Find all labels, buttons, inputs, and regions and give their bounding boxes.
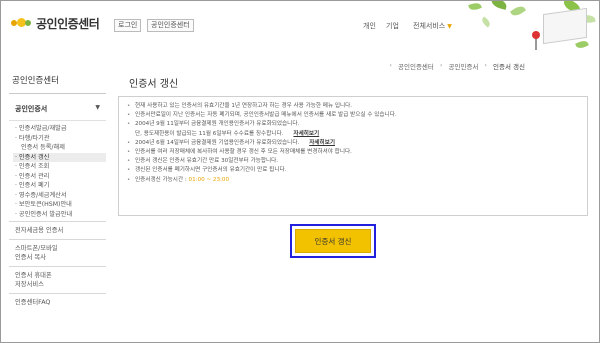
logo[interactable]: 공인인증센터 [11,13,100,33]
header: 공인인증센터 로그인 공인인증센터 개인 기업 전체서비스 ▼ [1,1,599,61]
breadcrumb-item[interactable]: 공인인증센터 [398,61,434,71]
notice-text: 현재 사용하고 있는 인증서의 유효기간을 1년 연장하고자 하는 경우 사용 … [135,103,353,109]
sidebar-item-faq[interactable]: 인증센터FAQ [9,294,106,311]
breadcrumb-arrow-icon: › [484,61,488,69]
cert-center-button[interactable]: 공인인증센터 [147,19,194,32]
envelope-icon [543,7,587,45]
sidebar-item-label: 인증서 복사 [15,254,46,261]
sidebar-item-mobile-copy[interactable]: 스마트폰/모바일 인증서 복사 [9,240,106,267]
sidebar-item-other-bank[interactable]: · 타행/타기관 [13,134,106,144]
logo-text: 공인인증센터 [36,16,100,31]
notice-item: 인증서만료일이 지난 인증서는 자동 폐기되며, 공인인증서발급 메뉴에서 인증… [127,111,581,120]
header-decoration [451,1,599,63]
notice-item: 현재 사용하고 있는 인증서의 유효기간을 1년 연장하고자 하는 경우 사용 … [127,102,581,111]
leaf-icon [575,38,589,51]
breadcrumb-item[interactable]: 공인인증서 [449,61,479,71]
details-link[interactable]: 자세히보기 [309,140,335,146]
sidebar-item-revoke[interactable]: · 인증서 폐기 [13,181,106,191]
notice-item: 인증서갱신 가능시간 : 01:00 ~ 23:00 [127,176,581,185]
notice-text: 인증서를 여러 저장매체에 복사하여 사용할 경우 갱신 후 모든 저장매체를 … [135,149,352,156]
notice-text: 2004년 6월 14일부터 금융결제원 기업용인증서가 유료화되었습니다. [135,139,300,146]
sidebar-title: 공인인증센터 [9,71,106,94]
notice-text: 단, 용도제한용이 발급되는 11월 6일부터 수수료를 징수합니다. [135,130,284,137]
sidebar-item-label: 인증센터FAQ [15,299,51,306]
sidebar-item-label: 인증서 휴대폰 [15,272,52,279]
sidebar: 공인인증센터 공인인증서 ▼ · 인증서발급/재발급 · 타행/타기관 인증서 … [9,71,106,311]
leaf-icon [480,16,492,28]
sidebar-item-tax-cert[interactable]: 전자세금용 인증서 [9,222,106,240]
sidebar-item-guide[interactable]: · 공인인증서 발급안내 [13,210,106,220]
sidebar-item-phone-storage[interactable]: 인증서 휴대폰 저장서비스 [9,267,106,294]
nav-all-services-label: 전체서비스 [413,22,446,30]
leaf-icon [509,3,527,19]
notice-text: 인증서 갱신은 인증서 유효기간 만료 30일전부터 가능합니다. [135,158,279,165]
logo-icon [11,16,33,30]
notice-text: 갱신된 인증서를 폐기하시면 구인증서의 유효기간이 만료 됩니다. [135,167,287,174]
notice-text: 인증서만료일이 지난 인증서는 자동 폐기되며, 공인인증서발급 메뉴에서 인증… [135,112,397,119]
sidebar-item-renew[interactable]: · 인증서 갱신 [13,152,106,162]
notice-item: 2004년 9월 11일부터 금융결제원 개인용인증서가 유료화되었습니다. 단… [127,120,581,138]
sidebar-section-label: 공인인증서 [15,105,48,113]
notice-item: 갱신된 인증서를 폐기하시면 구인증서의 유효기간이 만료 됩니다. [127,166,581,175]
available-time: 01:00 ~ 23:00 [188,176,230,183]
leaf-icon [468,1,482,12]
notice-item: 인증서 갱신은 인증서 유효기간 만료 30일전부터 가능합니다. [127,157,581,166]
renew-button-highlight: 인증서 갱신 [290,224,376,258]
pin-stem [535,38,537,50]
nav-personal[interactable]: 개인 [363,21,376,31]
window-frame: 공인인증센터 로그인 공인인증센터 개인 기업 전체서비스 ▼ › 공인인증센터 … [0,0,600,343]
notice-text: 2004년 9월 11일부터 금융결제원 개인용인증서가 유료화되었습니다. [135,121,300,128]
notice-item: 인증서를 여러 저장매체에 복사하여 사용할 경우 갱신 후 모든 저장매체를 … [127,148,581,157]
notice-box: 현재 사용하고 있는 인증서의 유효기간을 1년 연장하고자 하는 경우 사용 … [118,96,588,216]
sidebar-sub-list: · 인증서발급/재발급 · 타행/타기관 인증서 등록/해제 · 인증서 갱신 … [9,121,106,222]
sidebar-item-hsm[interactable]: · 보안토큰(HSM)안내 [13,200,106,210]
breadcrumb-arrow-icon: › [389,61,393,69]
sidebar-item-lookup[interactable]: · 인증서 조회 [13,162,106,172]
page-title: 인증서 갱신 [129,79,179,90]
sidebar-item-receipt[interactable]: · 영수증/세금계산서 [13,191,106,201]
breadcrumb-current: 인증서 갱신 [493,63,525,71]
leaf-icon [490,1,508,10]
sidebar-item-manage[interactable]: · 인증서 관리 [13,172,106,182]
sidebar-item-other-bank-register[interactable]: 인증서 등록/해제 [13,143,106,153]
pin-icon [532,31,540,39]
sidebar-item-label: 저장서비스 [15,281,44,288]
sidebar-item-issue[interactable]: · 인증서발급/재발급 [13,124,106,134]
notice-text: 인증서갱신 가능시간 : [135,176,189,183]
renew-button[interactable]: 인증서 갱신 [295,229,371,253]
sidebar-item-label: 스마트폰/모바일 [15,245,58,252]
details-link[interactable]: 자세히보기 [293,131,319,137]
breadcrumb-arrow-icon: › [439,61,443,69]
login-button[interactable]: 로그인 [114,19,142,32]
chevron-down-icon: ▼ [95,104,100,111]
breadcrumb: › 공인인증센터 › 공인인증서 › 인증서 갱신 [389,61,525,71]
nav-all-services[interactable]: 전체서비스 ▼ [413,21,452,31]
notice-item: 2004년 6월 14일부터 금융결제원 기업용인증서가 유료화되었습니다. 자세… [127,139,581,148]
sidebar-section-cert[interactable]: 공인인증서 ▼ [9,94,106,121]
sidebar-item-label: 전자세금용 인증서 [15,227,64,234]
nav-corporate[interactable]: 기업 [386,21,399,31]
